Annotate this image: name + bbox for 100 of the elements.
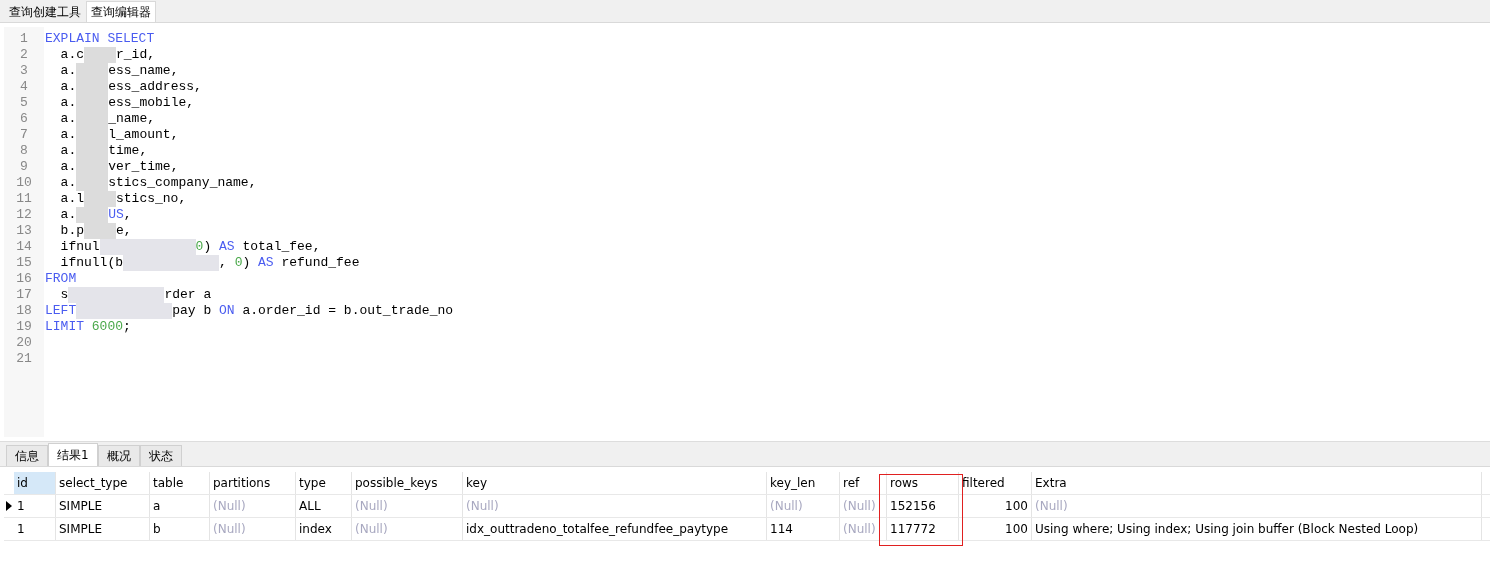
code-text: b.p	[59, 223, 84, 239]
code-text: ,	[123, 207, 132, 223]
column-header[interactable]: Extra	[1032, 472, 1482, 494]
code-text: a.l	[59, 191, 84, 207]
code-text: a.	[59, 79, 77, 95]
column-header[interactable]: id	[14, 472, 56, 494]
code-text: stics_company_name,	[108, 175, 257, 191]
column-header[interactable]: select_type	[56, 472, 150, 494]
editor-tab[interactable]: 查询编辑器	[86, 1, 156, 22]
table-cell: index	[296, 518, 352, 540]
result-tab[interactable]: 信息	[6, 445, 48, 466]
column-header[interactable]: possible_keys	[352, 472, 463, 494]
table-cell: 100	[959, 518, 1032, 540]
code-text: ;	[123, 319, 131, 335]
code-text: a.order_id = b.out_trade_no	[241, 303, 454, 319]
code-text: a.	[59, 95, 77, 111]
code-text: ver_time,	[108, 159, 179, 175]
column-header[interactable]: ref	[840, 472, 887, 494]
code-text: r_id,	[116, 47, 156, 63]
table-cell: SIMPLE	[56, 518, 150, 540]
code-text: 0	[234, 255, 243, 271]
line-number: 6	[19, 111, 29, 127]
line-number: 7	[19, 127, 29, 143]
code-text: AS	[258, 255, 274, 271]
table-cell: (Null)	[1032, 495, 1482, 517]
code-text: ifnull(b	[59, 255, 123, 271]
code-text: US	[108, 207, 124, 223]
code-text: _name,	[108, 111, 156, 127]
line-number: 3	[19, 63, 29, 79]
code-text: FROM	[45, 271, 77, 287]
line-number: 18	[15, 303, 33, 319]
code-text: ON	[219, 303, 235, 319]
code-text: LIMIT	[45, 319, 84, 335]
code-text: a.	[59, 111, 77, 127]
line-number: 12	[15, 207, 33, 223]
table-cell: 114	[767, 518, 840, 540]
code-text: s	[59, 287, 69, 303]
code-text: ,	[219, 255, 228, 271]
code-text: l_amount,	[108, 127, 179, 143]
code-text: ifnul	[59, 239, 100, 255]
table-cell: (Null)	[210, 495, 296, 517]
line-number: 8	[19, 143, 29, 159]
column-header[interactable]: key	[463, 472, 767, 494]
column-header[interactable]: filtered	[959, 472, 1032, 494]
table-cell: 117772	[887, 518, 959, 540]
table-cell: b	[150, 518, 210, 540]
code-text: ess_address,	[108, 79, 202, 95]
column-header[interactable]: key_len	[767, 472, 840, 494]
code-text: ess_mobile,	[108, 95, 195, 111]
table-cell: (Null)	[352, 518, 463, 540]
table-cell: ALL	[296, 495, 352, 517]
code-text: a.	[59, 143, 77, 159]
table-cell: (Null)	[840, 495, 887, 517]
line-number: 15	[15, 255, 33, 271]
line-number: 14	[15, 239, 33, 255]
table-cell: (Null)	[352, 495, 463, 517]
line-number: 10	[15, 175, 33, 191]
code-text: )	[203, 239, 213, 255]
code-text: a.	[59, 175, 77, 191]
code-text: a.	[59, 127, 77, 143]
line-number: 21	[15, 351, 33, 367]
code-text: rder a	[164, 287, 212, 303]
column-header[interactable]: table	[150, 472, 210, 494]
table-cell: (Null)	[210, 518, 296, 540]
blur-redaction	[84, 47, 116, 63]
table-cell: 1	[14, 518, 56, 540]
line-number: 11	[15, 191, 33, 207]
result-tab[interactable]: 结果1	[48, 443, 98, 466]
table-cell: idx_outtradeno_totalfee_refundfee_paytype	[463, 518, 767, 540]
code-text: refund_fee	[280, 255, 360, 271]
result-tab[interactable]: 概况	[97, 445, 140, 466]
code-text: time,	[108, 143, 148, 159]
code-text: 0	[195, 239, 204, 255]
code-text: AS	[219, 239, 235, 255]
column-header[interactable]: type	[296, 472, 352, 494]
code-text: a.c	[59, 47, 84, 63]
column-header[interactable]: rows	[887, 472, 959, 494]
line-number: 16	[15, 271, 33, 287]
code-text: EXPLAIN SELECT	[45, 31, 155, 47]
line-number: 20	[15, 335, 33, 351]
line-number: 2	[19, 47, 29, 63]
line-number: 9	[19, 159, 29, 175]
code-text: a.	[59, 207, 77, 223]
code-text: ess_name,	[108, 63, 179, 79]
code-text: total_fee,	[241, 239, 321, 255]
line-number: 19	[15, 319, 33, 335]
table-cell: 100	[959, 495, 1032, 517]
code-text: e,	[116, 223, 132, 239]
table-cell: Using where; Using index; Using join buffer (Block Nested Loop)	[1032, 518, 1482, 540]
table-cell: 152156	[887, 495, 959, 517]
result-tab[interactable]: 状态	[139, 445, 182, 466]
column-header[interactable]: partitions	[210, 472, 296, 494]
line-number: 4	[19, 79, 29, 95]
line-number: 13	[15, 223, 33, 239]
code-text: )	[242, 255, 252, 271]
code-text: a.	[59, 159, 77, 175]
table-cell: (Null)	[767, 495, 840, 517]
code-text: a.	[59, 63, 77, 79]
line-number: 1	[19, 31, 29, 47]
table-cell: a	[150, 495, 210, 517]
